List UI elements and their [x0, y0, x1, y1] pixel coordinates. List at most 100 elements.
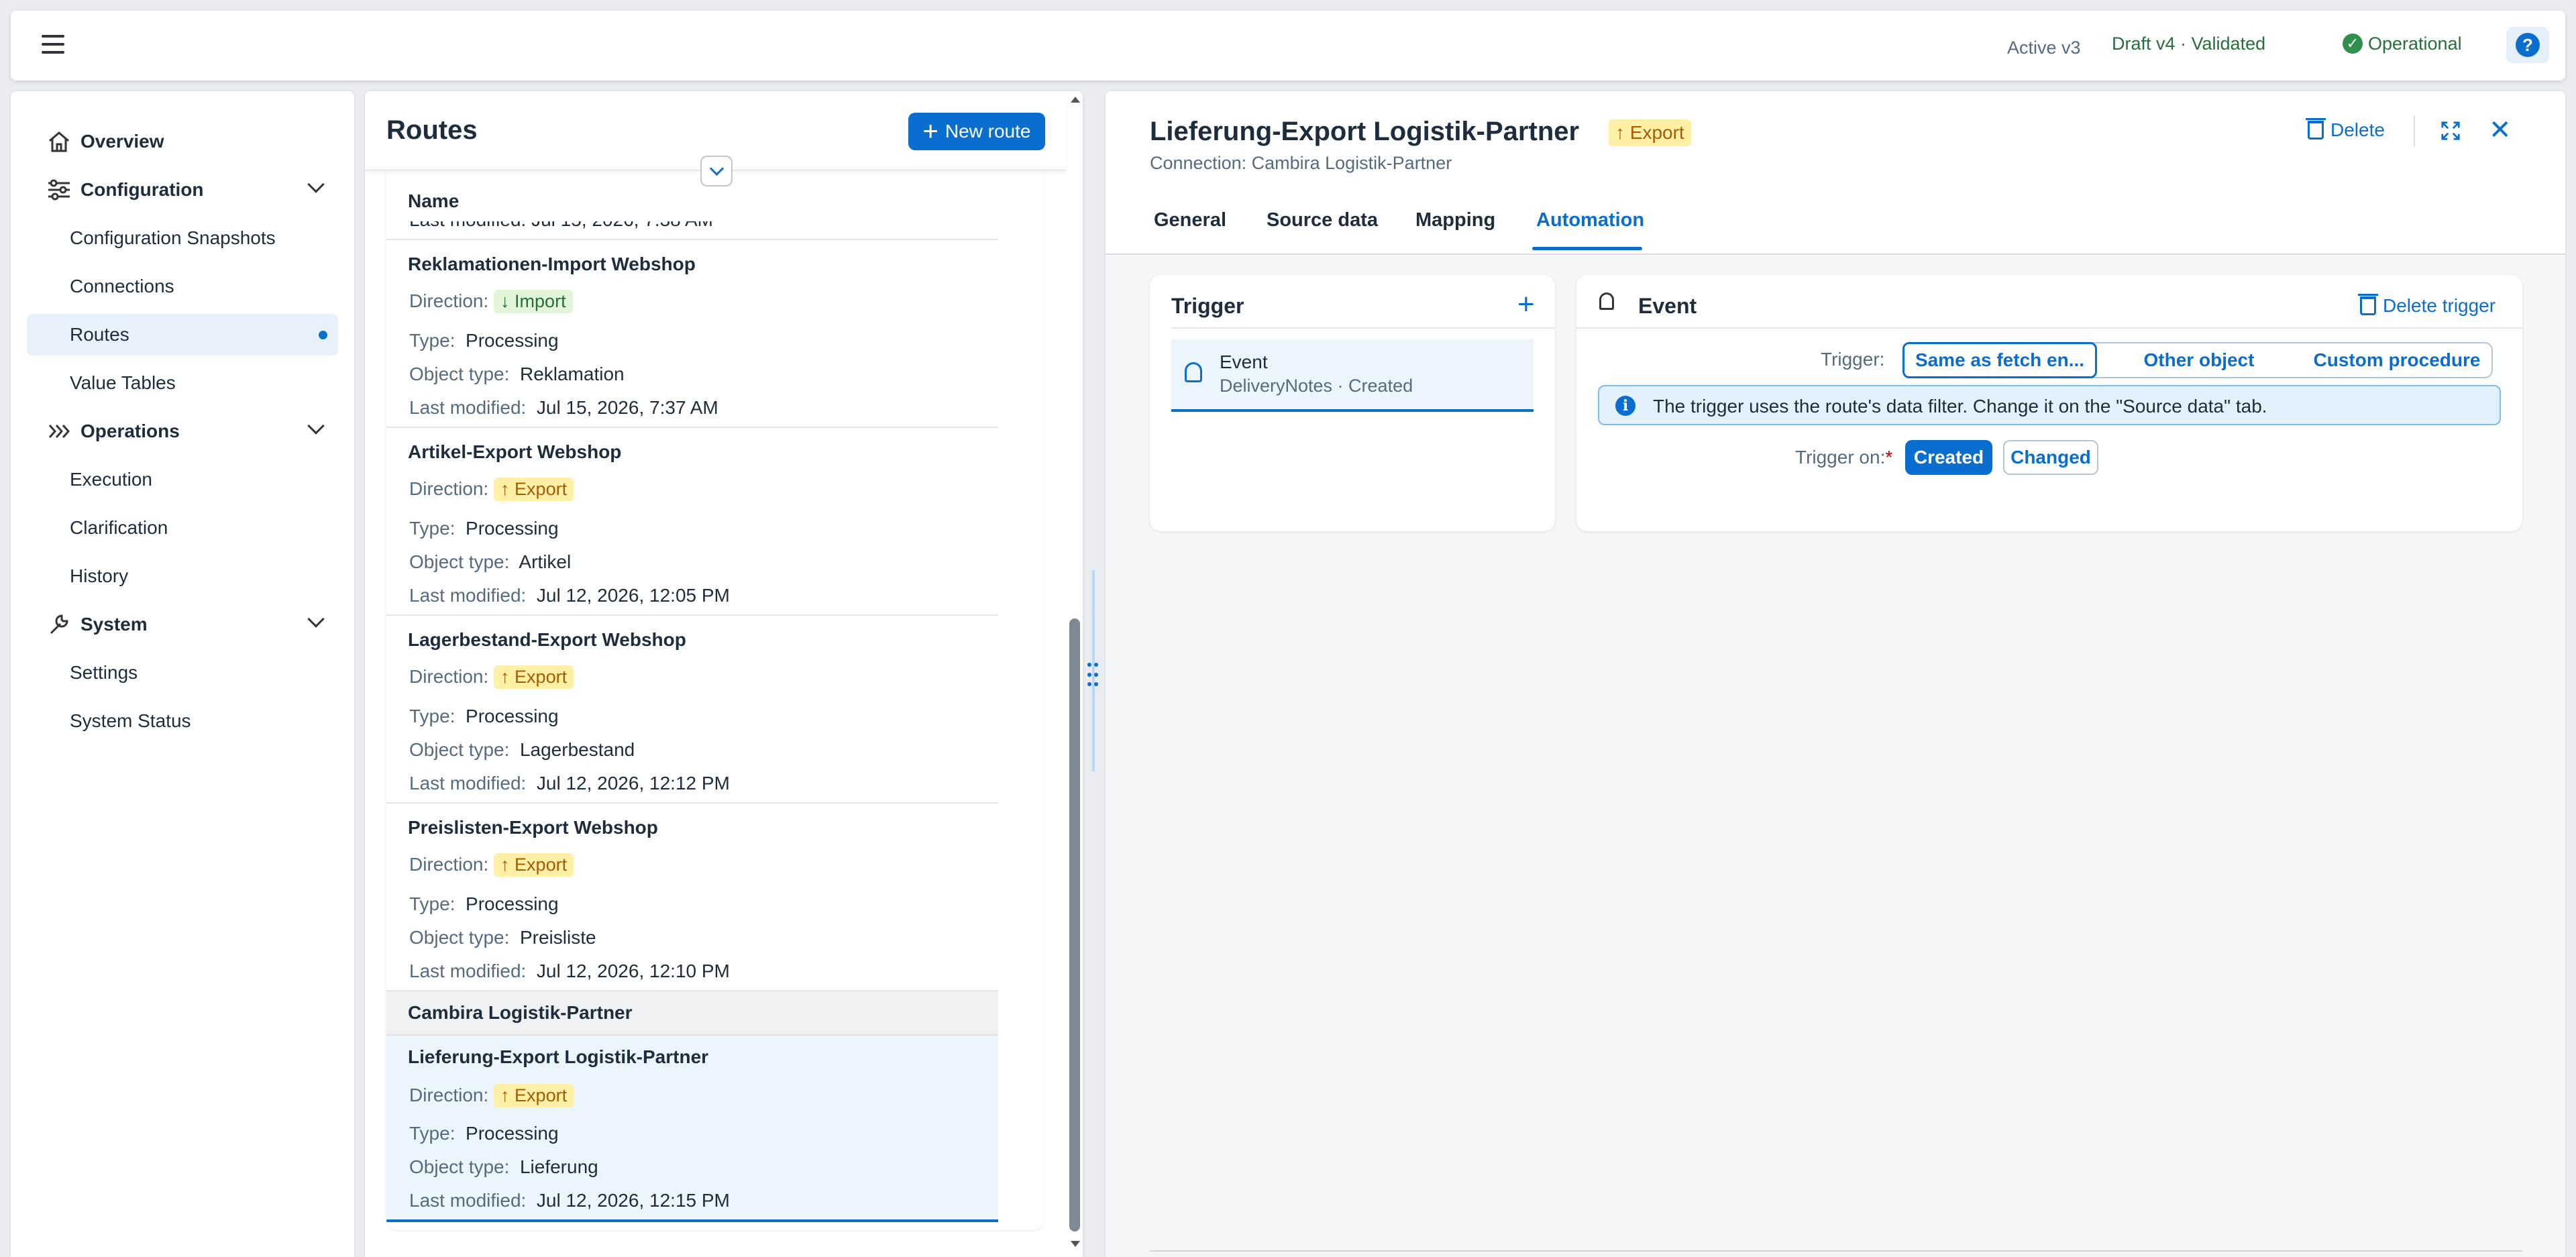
nav-connections[interactable]: Connections — [27, 266, 338, 307]
chevron-down-icon — [307, 417, 325, 435]
menu-icon[interactable] — [42, 35, 66, 55]
help-button[interactable]: ? — [2506, 27, 2549, 63]
last-modified-value: Jul 12, 2026, 12:15 PM — [536, 1190, 730, 1211]
nav-configuration-snapshots[interactable]: Configuration Snapshots — [27, 217, 338, 259]
draft-status-label: Draft v4 · Validated — [2112, 34, 2266, 54]
route-item-lagerbestand[interactable]: Lagerbestand-Export Webshop Direction: ↑… — [386, 616, 998, 804]
info-message-text: The trigger uses the route's data filter… — [1653, 396, 2267, 417]
tab-mapping[interactable]: Mapping — [1415, 209, 1495, 231]
scroll-up-arrow-icon[interactable] — [1071, 97, 1080, 103]
last-modified-label: Last modified: — [409, 397, 527, 418]
nav-operations-label: Operations — [80, 421, 180, 441]
object-type-label: Object type: — [409, 739, 510, 760]
route-name: Reklamationen-Import Webshop — [408, 254, 696, 274]
object-type-label: Object type: — [409, 1156, 510, 1177]
direction-label: Direction: — [409, 854, 489, 875]
route-item-preislisten[interactable]: Preislisten-Export Webshop Direction: ↑ … — [386, 804, 998, 991]
type-label: Type: — [409, 518, 455, 539]
splitter-grip-icon[interactable] — [1087, 663, 1099, 690]
route-item-reklamationen[interactable]: Reklamationen-Import Webshop Direction: … — [386, 240, 998, 428]
trigger-list-card: Trigger + Event DeliveryNotes · Created — [1150, 275, 1555, 531]
route-detail-panel: Lieferung-Export Logistik-Partner ↑ Expo… — [1106, 91, 2565, 1257]
nav-history[interactable]: History — [27, 555, 338, 597]
segment-custom-procedure[interactable]: Custom procedure — [2300, 343, 2494, 377]
type-value: Processing — [466, 706, 559, 726]
fullscreen-icon[interactable] — [2440, 121, 2461, 141]
route-item-artikel[interactable]: Artikel-Export Webshop Direction: ↑ Expo… — [386, 428, 998, 616]
nav-configuration[interactable]: Configuration — [27, 169, 338, 211]
delete-route-button[interactable]: Delete — [2306, 118, 2385, 141]
shell-bar: Active v3 Draft v4 · Validated ✓ Operati… — [11, 11, 2565, 80]
trigger-item-subtitle: DeliveryNotes · Created — [1220, 376, 1413, 396]
segment-same-as-fetch[interactable]: Same as fetch en... — [1902, 342, 2097, 378]
trigger-source-label: Trigger: — [1821, 349, 1885, 370]
route-name: Lagerbestand-Export Webshop — [408, 629, 686, 650]
add-trigger-icon[interactable]: + — [1517, 286, 1535, 323]
nav-routes-label: Routes — [70, 324, 129, 345]
new-route-button[interactable]: + New route — [908, 113, 1045, 150]
trigger-on-label: Trigger on:* — [1795, 447, 1892, 468]
divider — [1171, 327, 1555, 329]
collapse-header-button[interactable] — [700, 156, 733, 186]
nav-operations[interactable]: Operations — [27, 411, 338, 452]
scrollbar-thumb[interactable] — [1069, 618, 1080, 1232]
nav-system[interactable]: System — [27, 604, 338, 645]
type-label: Type: — [409, 893, 455, 914]
last-modified-value: Jul 12, 2026, 12:10 PM — [536, 961, 730, 981]
type-label: Type: — [409, 1123, 455, 1144]
object-type-value: Lieferung — [519, 1156, 598, 1177]
routes-list: Last modified: Jul 15, 2026, 7:38 AM Nam… — [386, 170, 1044, 1230]
toolbar-divider — [2414, 115, 2415, 146]
nav-clarification[interactable]: Clarification — [27, 507, 338, 549]
segment-other-object[interactable]: Other object — [2105, 343, 2293, 377]
route-name: Artikel-Export Webshop — [408, 441, 622, 462]
nav-system-label: System — [80, 614, 148, 635]
tab-automation[interactable]: Automation — [1536, 209, 1644, 231]
route-item-lieferung-selected[interactable]: Lieferung-Export Logistik-Partner Direct… — [386, 1036, 998, 1222]
trigger-list-item[interactable]: Event DeliveryNotes · Created — [1171, 339, 1534, 412]
active-indicator-dot — [319, 331, 327, 339]
routes-title: Routes — [386, 115, 478, 145]
trigger-on-created-toggle[interactable]: Created — [1905, 440, 1992, 475]
plus-icon: + — [922, 117, 938, 146]
last-modified-value: Jul 12, 2026, 12:05 PM — [536, 585, 730, 606]
direction-label: Direction: — [409, 290, 489, 311]
group-header-label: Cambira Logistik-Partner — [408, 1002, 633, 1023]
nav-settings[interactable]: Settings — [27, 652, 338, 694]
info-message-strip: i The trigger uses the route's data filt… — [1598, 385, 2501, 425]
last-modified-label: Last modified: — [409, 961, 527, 981]
nav-configuration-label: Configuration — [80, 179, 204, 200]
close-icon[interactable]: ✕ — [2489, 114, 2512, 146]
nav-value-tables[interactable]: Value Tables — [27, 362, 338, 404]
trigger-on-changed-toggle[interactable]: Changed — [2003, 440, 2098, 475]
tab-general[interactable]: General — [1154, 209, 1226, 231]
last-modified-value: Jul 15, 2026, 7:37 AM — [536, 397, 718, 418]
nav-overview[interactable]: Overview — [27, 121, 338, 162]
type-value: Processing — [466, 518, 559, 539]
delete-trigger-label: Delete trigger — [2383, 295, 2496, 316]
required-marker: * — [1885, 447, 1893, 468]
scroll-down-arrow-icon[interactable] — [1071, 1241, 1080, 1247]
routes-panel: Routes + New route Last modified: Jul 15… — [365, 91, 1083, 1257]
tab-source-data[interactable]: Source data — [1267, 209, 1378, 231]
type-value: Processing — [466, 1123, 559, 1144]
event-trigger-card: Event Delete trigger Trigger: Same as fe… — [1576, 275, 2522, 531]
type-label: Type: — [409, 330, 455, 351]
route-name: Preislisten-Export Webshop — [408, 817, 658, 838]
sliders-icon — [48, 179, 70, 201]
trigger-item-title: Event — [1220, 351, 1268, 372]
active-tab-indicator — [1532, 247, 1642, 250]
nav-system-status[interactable]: System Status — [27, 700, 338, 742]
object-type-value: Reklamation — [519, 364, 625, 384]
delete-trigger-button[interactable]: Delete trigger — [2358, 294, 2496, 317]
nav-execution[interactable]: Execution — [27, 459, 338, 500]
active-version-label: Active v3 — [2007, 38, 2081, 58]
nav-routes[interactable]: Routes — [27, 314, 338, 356]
trigger-source-segmented: Same as fetch en... Other object Custom … — [1902, 342, 2493, 378]
direction-badge: ↓ Import — [494, 290, 573, 313]
last-modified-label: Last modified: — [409, 585, 527, 606]
direction-badge: ↑ Export — [494, 1084, 574, 1107]
detail-direction-badge: ↑ Export — [1609, 119, 1691, 146]
nav-overview-label: Overview — [80, 131, 164, 152]
double-chevron-right-icon — [48, 425, 70, 438]
